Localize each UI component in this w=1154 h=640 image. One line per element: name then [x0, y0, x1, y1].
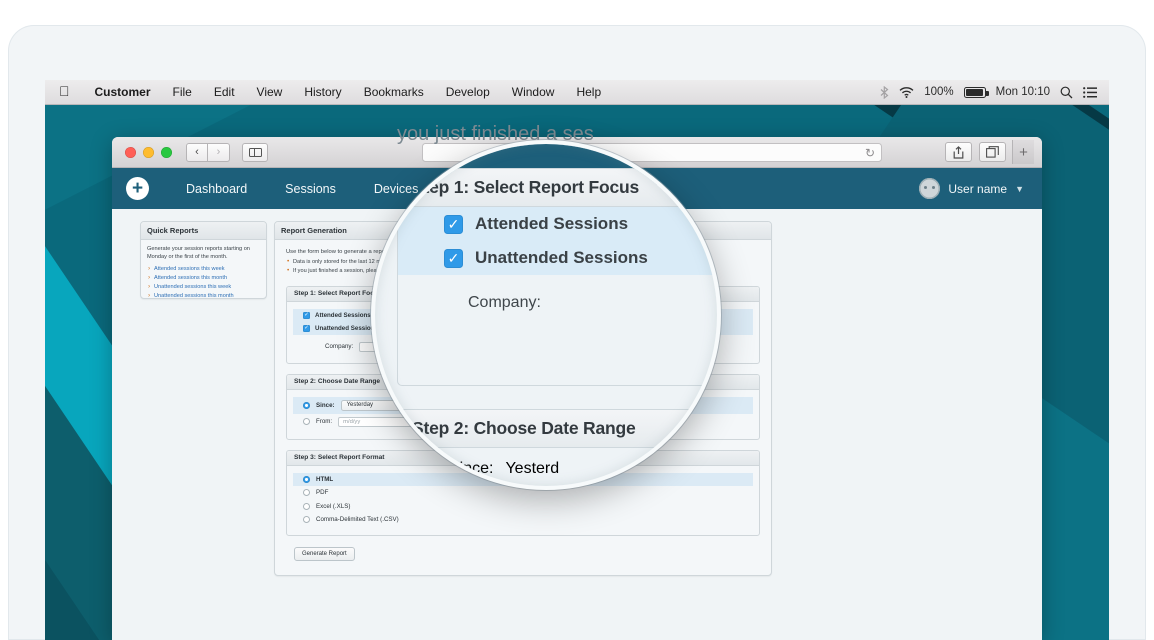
quick-reports-links: Attended sessions this week Attended ses…: [147, 264, 260, 302]
checkbox-attended-sessions[interactable]: ✓: [303, 311, 310, 319]
minimize-window-button[interactable]: [143, 146, 154, 158]
magnified-step-2-card: Step 2: Choose Date Range Since: Yesterd: [397, 409, 717, 486]
quick-reports-description: Generate your session reports starting o…: [147, 246, 250, 261]
menu-item-develop[interactable]: Develop: [435, 85, 501, 99]
format-label-xls: Excel (.XLS): [316, 502, 351, 510]
checkbox-label-attended: Attended Sessions: [315, 311, 371, 319]
menu-item-bookmarks[interactable]: Bookmarks: [353, 85, 435, 99]
menu-item-file[interactable]: File: [162, 85, 203, 99]
user-menu[interactable]: User name ▼: [919, 178, 1028, 199]
forward-button[interactable]: ›: [208, 142, 230, 162]
checkbox-unattended-sessions[interactable]: ✓: [303, 324, 310, 332]
menu-item-view[interactable]: View: [246, 85, 294, 99]
radio-format-pdf[interactable]: [303, 489, 310, 497]
format-label-pdf: PDF: [316, 489, 329, 497]
quick-reports-card: Quick Reports Generate your session repo…: [140, 221, 267, 302]
magnifier-content: Rep Step 1: Select Report Focus ✓ Attend…: [375, 144, 717, 486]
format-row-xls[interactable]: Excel (.XLS): [293, 500, 753, 513]
plus-circle-logo-icon[interactable]: +: [126, 177, 149, 200]
menu-item-app[interactable]: Customer: [84, 85, 162, 99]
magnified-since-row[interactable]: Since: Yesterd: [398, 448, 717, 478]
nav-link-dashboard[interactable]: Dashboard: [167, 182, 266, 196]
battery-percent-label: 100%: [924, 86, 954, 98]
radio-since[interactable]: [303, 401, 310, 409]
magnifier-lens: Rep Step 1: Select Report Focus ✓ Attend…: [371, 140, 721, 490]
menu-bar-left:  Customer File Edit View History Bookma…: [45, 84, 612, 100]
magnified-step-2-title: Step 2: Choose Date Range: [398, 410, 717, 448]
apple-logo-icon[interactable]: : [57, 84, 84, 100]
close-window-button[interactable]: [125, 146, 136, 158]
battery-icon[interactable]: [963, 86, 989, 98]
format-row-csv[interactable]: Comma-Delimited Text (.CSV): [293, 513, 753, 526]
from-label: From:: [316, 418, 333, 426]
generate-report-button[interactable]: Generate Report: [294, 547, 355, 562]
share-button[interactable]: [945, 142, 972, 162]
magnified-label-unattended: Unattended Sessions: [475, 248, 648, 267]
user-name-label: User name: [948, 181, 1008, 196]
magnified-checkbox-row-attended[interactable]: ✓ Attended Sessions: [398, 207, 717, 241]
sidebar-toggle-button[interactable]: [242, 142, 268, 162]
magnified-step-1-card: Step 1: Select Report Focus ✓ Attended S…: [397, 168, 717, 386]
show-tabs-button[interactable]: [979, 142, 1006, 162]
menu-item-help[interactable]: Help: [565, 85, 612, 99]
search-icon[interactable]: [1060, 86, 1073, 99]
since-label: Since:: [316, 401, 335, 409]
format-label-csv: Comma-Delimited Text (.CSV): [316, 516, 399, 524]
company-label: Company:: [325, 343, 354, 351]
mac-menu-bar:  Customer File Edit View History Bookma…: [45, 80, 1109, 105]
magnified-checkbox-unattended[interactable]: ✓: [444, 248, 463, 268]
magnified-checkbox-attended[interactable]: ✓: [444, 214, 463, 234]
quick-report-link[interactable]: Unattended sessions this week: [147, 282, 260, 293]
magnified-label-attended: Attended Sessions: [475, 214, 629, 233]
menu-item-edit[interactable]: Edit: [203, 85, 246, 99]
wifi-icon[interactable]: [899, 86, 914, 98]
radio-from[interactable]: [303, 418, 310, 426]
checkbox-label-unattended: Unattended Sessions: [315, 324, 378, 332]
reload-icon[interactable]: ↻: [865, 147, 875, 159]
window-controls: [120, 146, 172, 158]
sidebar-icon: [248, 147, 262, 157]
menu-bar-status: 100% Mon 10:10: [880, 85, 1109, 99]
quick-report-link[interactable]: Attended sessions this week: [147, 264, 260, 275]
magnified-radio-since[interactable]: [420, 460, 437, 478]
toolbar-right-buttons: [945, 142, 1008, 162]
quick-report-link[interactable]: Attended sessions this month: [147, 273, 260, 284]
nav-link-sessions[interactable]: Sessions: [266, 182, 355, 196]
magnified-company-label: Company:: [468, 294, 541, 311]
menu-bar-clock[interactable]: Mon 10:10: [996, 86, 1050, 98]
magnified-nav-partial-label: Rep: [381, 147, 402, 159]
magnified-since-label: Since:: [449, 460, 494, 477]
browser-nav-buttons: ‹ ›: [186, 142, 230, 162]
new-tab-button[interactable]: +: [1012, 140, 1034, 164]
avatar: [919, 178, 941, 199]
quick-reports-title: Quick Reports: [141, 222, 266, 240]
quick-report-link[interactable]: Unattended sessions this month: [147, 291, 260, 302]
maximize-window-button[interactable]: [161, 146, 172, 158]
radio-format-xls[interactable]: [303, 502, 310, 510]
magnified-since-select[interactable]: Yesterd: [505, 460, 559, 478]
back-button[interactable]: ‹: [186, 142, 208, 162]
magnified-checkbox-row-unattended[interactable]: ✓ Unattended Sessions: [398, 241, 717, 275]
radio-format-html[interactable]: [303, 476, 310, 484]
chevron-down-icon: ▼: [1015, 183, 1024, 194]
bluetooth-icon[interactable]: [880, 85, 889, 99]
notification-center-icon[interactable]: [1083, 86, 1097, 98]
format-label-html: HTML: [316, 476, 334, 484]
magnified-step-1-title: Step 1: Select Report Focus: [398, 169, 717, 207]
laptop-shell:  Customer File Edit View History Bookma…: [0, 0, 1154, 640]
menu-item-window[interactable]: Window: [501, 85, 566, 99]
menu-item-history[interactable]: History: [293, 85, 352, 99]
radio-format-csv[interactable]: [303, 516, 310, 524]
quick-reports-body: Generate your session reports starting o…: [141, 240, 266, 307]
